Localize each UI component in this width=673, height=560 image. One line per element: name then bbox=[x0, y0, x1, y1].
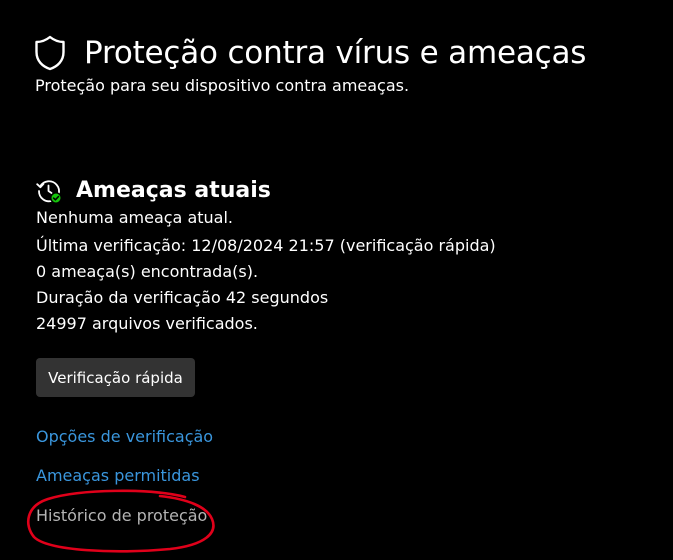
threats-found-info: 0 ameaça(s) encontrada(s). bbox=[36, 262, 259, 281]
page-title: Proteção contra vírus e ameaças bbox=[84, 34, 587, 71]
allowed-threats-link[interactable]: Ameaças permitidas bbox=[36, 466, 200, 485]
protection-history-link[interactable]: Histórico de proteção bbox=[36, 506, 207, 525]
section-title: Ameaças atuais bbox=[76, 178, 271, 204]
history-check-icon bbox=[36, 180, 62, 204]
scan-duration-info: Duração da verificação 42 segundos bbox=[36, 288, 329, 307]
shield-icon bbox=[35, 35, 65, 70]
scan-options-link[interactable]: Opções de verificação bbox=[36, 427, 213, 446]
quick-scan-button[interactable]: Verificação rápida bbox=[36, 358, 195, 397]
last-scan-info: Última verificação: 12/08/2024 21:57 (ve… bbox=[36, 236, 496, 255]
page-subtitle: Proteção para seu dispositivo contra ame… bbox=[35, 76, 410, 95]
threat-status-block: Nenhuma ameaça atual. Última verificação… bbox=[36, 205, 496, 337]
files-scanned-info: 24997 arquivos verificados. bbox=[36, 314, 258, 333]
threat-status: Nenhuma ameaça atual. bbox=[36, 208, 233, 227]
